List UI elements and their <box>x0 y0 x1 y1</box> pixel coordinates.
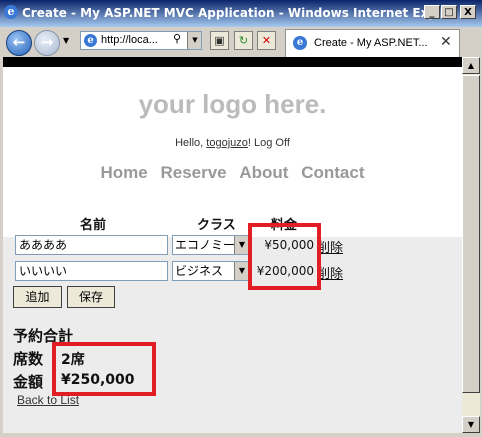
scroll-down-icon[interactable]: ▼ <box>462 416 480 433</box>
stop-icon[interactable]: ✕ <box>257 31 276 50</box>
forward-button[interactable]: → <box>34 30 60 56</box>
price-highlight-box <box>248 223 321 290</box>
summary-highlight-box <box>52 342 156 396</box>
address-dropdown-icon[interactable]: ▼ <box>187 32 201 49</box>
minimize-button[interactable]: _ <box>424 5 440 19</box>
class-select-row1[interactable]: エコノミー ▼ <box>172 235 250 255</box>
name-input-row1[interactable]: ああああ <box>15 235 168 255</box>
vertical-scrollbar[interactable]: ▲ ▼ <box>462 57 480 433</box>
search-icon[interactable]: ⚲ <box>173 32 181 45</box>
dropdown-arrow-icon[interactable]: ▼ <box>234 262 249 280</box>
top-black-bar <box>3 57 462 67</box>
main-menu: Home Reserve About Contact <box>3 163 462 183</box>
ie-logo-icon: e <box>4 5 18 19</box>
site-logo: your logo here. <box>138 89 327 119</box>
add-button[interactable]: 追加 <box>13 286 62 308</box>
menu-contact[interactable]: Contact <box>301 163 364 182</box>
dropdown-arrow-icon[interactable]: ▼ <box>234 236 249 254</box>
tab-create[interactable]: e Create - My ASP.NET... <box>285 29 460 57</box>
close-window-button[interactable]: X <box>460 5 476 19</box>
header-class: クラス <box>197 217 236 232</box>
tab-ie-icon: e <box>293 36 307 50</box>
maximize-button[interactable]: □ <box>441 5 457 19</box>
address-bar[interactable]: e http://loca... ⚲ ▼ <box>80 31 202 50</box>
scroll-up-icon[interactable]: ▲ <box>462 57 480 74</box>
back-to-list-link[interactable]: Back to List <box>17 393 79 407</box>
history-dropdown-icon[interactable]: ▼ <box>63 36 69 45</box>
refresh-icon[interactable]: ↻ <box>234 31 253 50</box>
window-title-bar: Create - My ASP.NET MVC Application - Wi… <box>0 0 482 27</box>
header-name: 名前 <box>80 217 107 232</box>
name-input-row2[interactable]: いいいい <box>15 261 168 281</box>
site-header: your logo here. Hello, togojuzo! Log Off… <box>3 67 462 237</box>
tab-close-icon[interactable]: ✕ <box>440 34 452 50</box>
save-button[interactable]: 保存 <box>67 286 115 308</box>
address-text: http://loca... <box>101 34 158 46</box>
amount-label: 金額 <box>13 373 44 391</box>
login-info: Hello, togojuzo! Log Off <box>3 137 462 149</box>
menu-reserve[interactable]: Reserve <box>160 163 226 182</box>
seats-label: 席数 <box>13 350 44 368</box>
menu-home[interactable]: Home <box>101 163 148 182</box>
username-link[interactable]: togojuzo <box>206 137 248 149</box>
page-viewport: your logo here. Hello, togojuzo! Log Off… <box>3 57 462 433</box>
logoff-link[interactable]: Log Off <box>254 137 290 149</box>
class-select-row2[interactable]: ビジネス ▼ <box>172 261 250 281</box>
class-value-row2: ビジネス <box>175 264 224 278</box>
back-button[interactable]: ← <box>6 30 32 56</box>
scrollbar-thumb[interactable] <box>462 75 480 393</box>
window-title: Create - My ASP.NET MVC Application - Wi… <box>22 6 455 20</box>
page-ie-icon: e <box>84 34 97 47</box>
window-bottom-frame <box>0 433 482 437</box>
class-value-row1: エコノミー <box>175 238 236 252</box>
hello-text: Hello, <box>175 137 207 149</box>
tab-title: Create - My ASP.NET... <box>314 37 428 49</box>
menu-about[interactable]: About <box>239 163 288 182</box>
compatibility-view-icon[interactable]: ▣ <box>210 31 229 50</box>
